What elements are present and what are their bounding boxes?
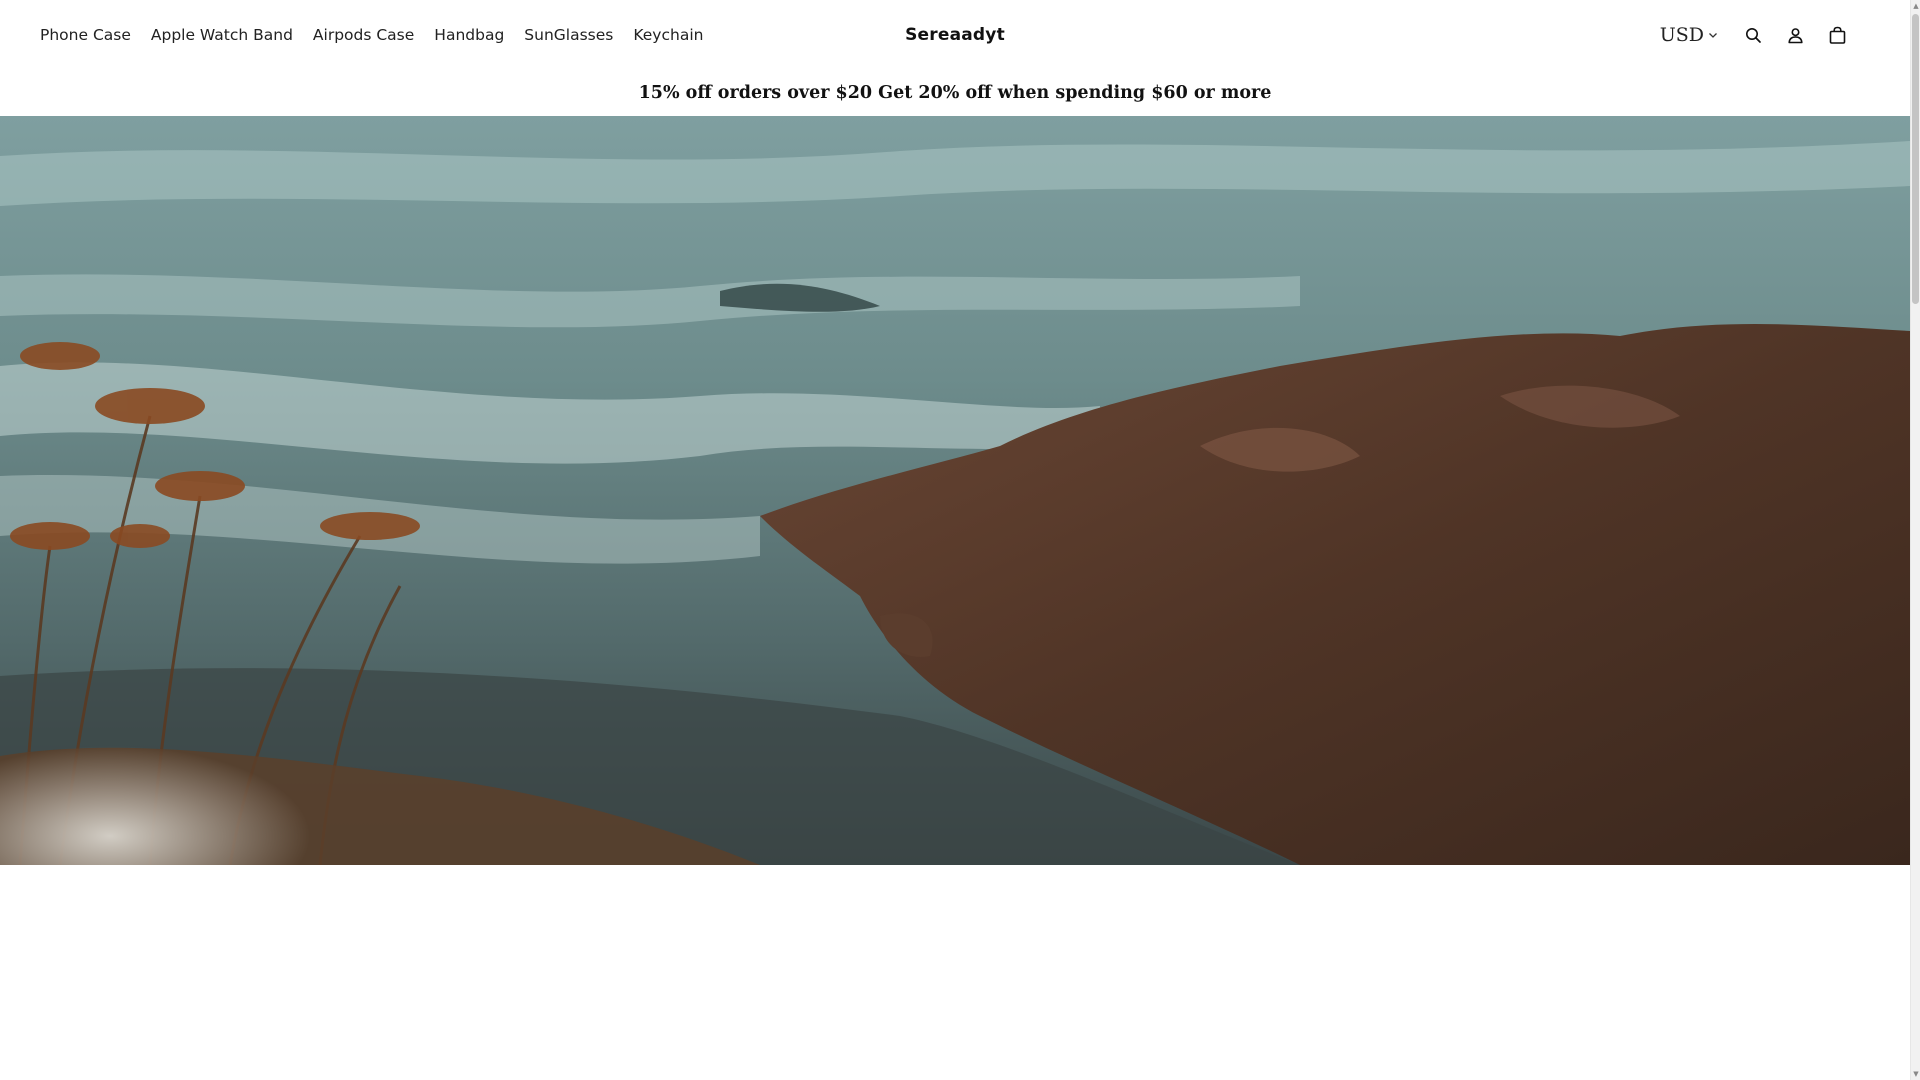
main-nav: Phone Case Apple Watch Band Airpods Case… xyxy=(40,0,703,70)
page-scrollbar[interactable]: ▲ ▼ xyxy=(1910,0,1920,1080)
store-logo[interactable]: Sereaadyt xyxy=(905,25,1005,45)
search-button[interactable] xyxy=(1732,14,1774,56)
hero-image xyxy=(0,116,1910,865)
site-header: Phone Case Apple Watch Band Airpods Case… xyxy=(0,0,1910,70)
scroll-thumb[interactable] xyxy=(1912,14,1919,304)
page: Phone Case Apple Watch Band Airpods Case… xyxy=(0,0,1920,1080)
nav-link-keychain[interactable]: Keychain xyxy=(633,26,703,44)
scroll-up-arrow-icon[interactable]: ▲ xyxy=(1911,0,1920,12)
announcement-bar: 15% off orders over $20 Get 20% off when… xyxy=(0,70,1910,116)
header-tools: USD xyxy=(1660,0,1858,70)
chevron-down-icon xyxy=(1709,33,1717,38)
hero-banner xyxy=(0,116,1910,865)
announcement-text: 15% off orders over $20 Get 20% off when… xyxy=(638,83,1272,103)
user-icon xyxy=(1787,27,1803,43)
page-content: Phone Case Apple Watch Band Airpods Case… xyxy=(0,0,1910,1080)
nav-link-sunglasses[interactable]: SunGlasses xyxy=(524,26,613,44)
account-button[interactable] xyxy=(1774,14,1816,56)
search-icon xyxy=(1745,27,1761,43)
nav-link-handbag[interactable]: Handbag xyxy=(434,26,504,44)
nav-link-phone-case[interactable]: Phone Case xyxy=(40,26,131,44)
scroll-down-arrow-icon[interactable]: ▼ xyxy=(1911,1068,1920,1080)
currency-selector[interactable]: USD xyxy=(1660,24,1718,46)
currency-code: USD xyxy=(1659,24,1704,46)
nav-link-apple-watch-band[interactable]: Apple Watch Band xyxy=(151,26,293,44)
nav-link-airpods-case[interactable]: Airpods Case xyxy=(313,26,414,44)
cart-button[interactable] xyxy=(1816,14,1858,56)
bag-icon xyxy=(1829,26,1845,44)
